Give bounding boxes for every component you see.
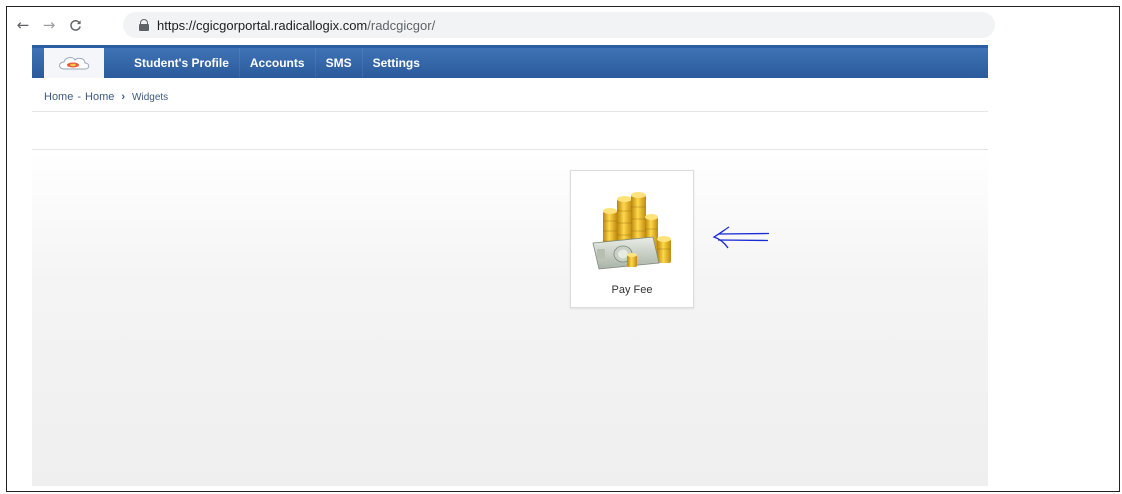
nav-item-accounts[interactable]: Accounts: [238, 48, 315, 78]
breadcrumb-home-link[interactable]: Home: [44, 91, 73, 103]
main-navbar: Student's Profile Accounts SMS Settings: [32, 45, 988, 78]
back-button[interactable]: ←: [13, 15, 33, 35]
hand-drawn-arrow-icon: [712, 226, 770, 249]
reload-button[interactable]: [65, 15, 85, 35]
browser-toolbar: ← → https://cgicgorportal.radicallogix.c…: [7, 7, 997, 43]
breadcrumb-dash: -: [77, 91, 82, 103]
app-logo[interactable]: [44, 48, 104, 78]
back-arrow-icon: ←: [16, 16, 30, 34]
breadcrumb: Home - Home › Widgets: [44, 91, 168, 103]
coins-money-icon: [592, 192, 671, 270]
screenshot-frame: ← → https://cgicgorportal.radicallogix.c…: [6, 6, 1120, 492]
address-bar[interactable]: https://cgicgorportal.radicallogix.com/r…: [123, 12, 995, 38]
pay-fee-label: Pay Fee: [611, 284, 653, 296]
lock-icon: [139, 19, 149, 31]
breadcrumb-current: Widgets: [132, 91, 169, 103]
breadcrumb-home-link-2[interactable]: Home: [85, 91, 114, 103]
reload-icon: [69, 19, 81, 31]
nav-menu: Student's Profile Accounts SMS Settings: [128, 48, 430, 78]
nav-item-settings[interactable]: Settings: [361, 48, 430, 78]
breadcrumb-divider: [32, 111, 988, 112]
forward-arrow-icon: →: [42, 16, 56, 34]
widgets-panel: [32, 150, 988, 486]
nav-item-students-profile[interactable]: Student's Profile: [128, 48, 239, 78]
pay-fee-widget[interactable]: Pay Fee: [570, 170, 694, 308]
nav-item-sms[interactable]: SMS: [314, 48, 362, 78]
chevron-right-icon: ›: [121, 91, 126, 103]
forward-button[interactable]: →: [39, 15, 59, 35]
url-text[interactable]: https://cgicgorportal.radicallogix.com/r…: [157, 18, 435, 33]
cloud-logo-icon: [59, 57, 90, 70]
